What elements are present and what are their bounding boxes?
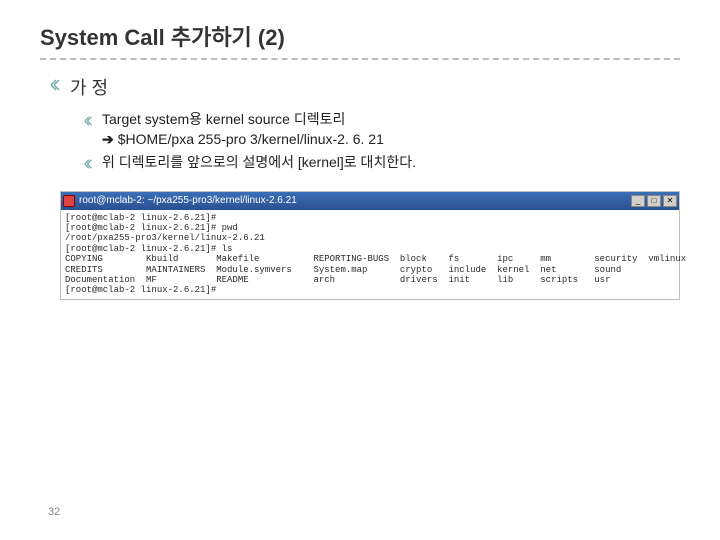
bullet-icon	[84, 113, 94, 129]
terminal-line: [root@mclab-2 linux-2.6.21]# ls	[65, 244, 675, 254]
terminal-title: root@mclab-2: ~/pxa255-pro3/kernel/linux…	[79, 195, 631, 206]
page-number: 32	[48, 506, 60, 518]
bullet-text: 위 디렉토리를 앞으로의 설명에서 [kernel]로 대치한다.	[102, 153, 416, 173]
bullet-text: Target system용 kernel source 디렉토리 ➔$HOME…	[102, 110, 384, 149]
terminal-app-icon	[63, 195, 75, 207]
terminal-line: COPYING Kbuild Makefile REPORTING-BUGS b…	[65, 254, 675, 264]
terminal-line: [root@mclab-2 linux-2.6.21]#	[65, 213, 675, 223]
terminal-line: /root/pxa255-pro3/kernel/linux-2.6.21	[65, 233, 675, 243]
title-area: System Call 추가하기 (2)	[40, 20, 680, 60]
terminal-line: CREDITS MAINTAINERS Module.symvers Syste…	[65, 265, 675, 275]
close-button[interactable]: ✕	[663, 195, 677, 207]
terminal-body: [root@mclab-2 linux-2.6.21]#[root@mclab-…	[61, 210, 679, 299]
bullet-line: $HOME/pxa 255-pro 3/kernel/linux-2. 6. 2…	[118, 131, 384, 147]
bullet-level1: 가 정	[50, 74, 680, 100]
bullet-level2: Target system용 kernel source 디렉토리 ➔$HOME…	[84, 110, 680, 149]
window-buttons: _ □ ✕	[631, 195, 677, 207]
arrow-icon: ➔	[102, 131, 114, 147]
content-area: 가 정 Target system용 kernel source 디렉토리 ➔$…	[40, 74, 680, 300]
terminal-titlebar: root@mclab-2: ~/pxa255-pro3/kernel/linux…	[61, 192, 679, 210]
bullet-icon	[84, 156, 94, 172]
maximize-button[interactable]: □	[647, 195, 661, 207]
slide-title: System Call 추가하기 (2)	[40, 20, 680, 52]
bullet-icon	[50, 78, 62, 96]
terminal-window: root@mclab-2: ~/pxa255-pro3/kernel/linux…	[60, 191, 680, 300]
terminal-line: Documentation MF README arch drivers ini…	[65, 275, 675, 285]
minimize-button[interactable]: _	[631, 195, 645, 207]
terminal-line: [root@mclab-2 linux-2.6.21]# pwd	[65, 223, 675, 233]
bullet-line: Target system용 kernel source 디렉토리	[102, 111, 345, 127]
bullet-level2: 위 디렉토리를 앞으로의 설명에서 [kernel]로 대치한다.	[84, 153, 680, 173]
terminal-line: [root@mclab-2 linux-2.6.21]#	[65, 285, 675, 295]
level1-text: 가 정	[70, 74, 108, 100]
